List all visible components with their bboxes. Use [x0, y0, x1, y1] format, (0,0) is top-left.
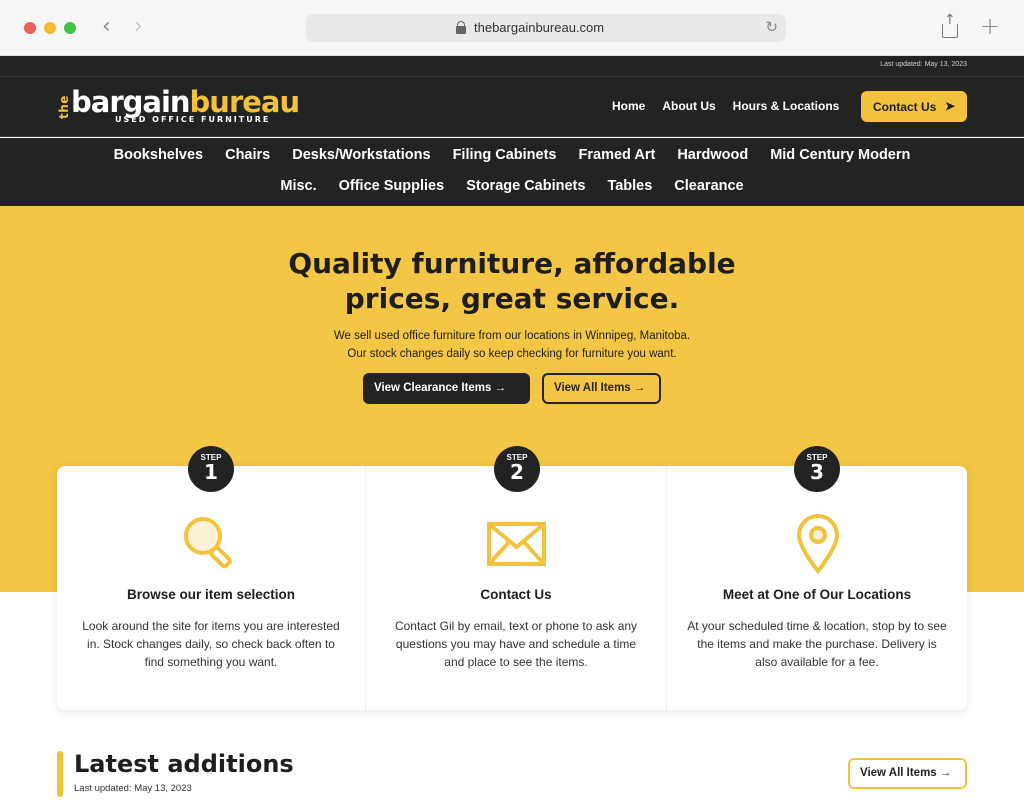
- back-arrow-icon[interactable]: ‹: [102, 14, 111, 39]
- nav-hours-locations[interactable]: Hours & Locations: [733, 99, 840, 113]
- minimize-window-button[interactable]: [44, 22, 56, 34]
- category-misc[interactable]: Misc.: [280, 178, 316, 194]
- category-mid-century-modern[interactable]: Mid Century Modern: [770, 147, 910, 163]
- view-clearance-button[interactable]: View Clearance Items →: [363, 373, 530, 404]
- category-storage-cabinets[interactable]: Storage Cabinets: [466, 178, 585, 194]
- hero-title: Quality furniture, affordable prices, gr…: [0, 246, 1024, 316]
- arrow-right-icon: →: [633, 382, 646, 394]
- step-badge: STEP 1: [188, 446, 234, 492]
- new-tab-icon[interactable]: +: [980, 12, 1000, 40]
- category-clearance[interactable]: Clearance: [674, 178, 743, 194]
- step-meet: STEP 3 Meet at One of Our Locations At y…: [667, 446, 967, 710]
- latest-view-all-label: View All Items: [860, 767, 937, 779]
- paper-plane-icon: ➤: [944, 99, 955, 113]
- forward-arrow-icon[interactable]: ›: [134, 14, 143, 39]
- hero-title-line2: prices, great service.: [344, 282, 680, 315]
- logo-the: the: [57, 95, 71, 119]
- logo-bargain: bargain: [71, 85, 191, 119]
- zoom-window-button[interactable]: [64, 22, 76, 34]
- category-framed-art[interactable]: Framed Art: [579, 147, 656, 163]
- category-tables[interactable]: Tables: [607, 178, 652, 194]
- steps-card: STEP 1 Browse our item selection Look ar…: [57, 446, 967, 710]
- browser-chrome: ‹ › thebargainbureau.com ↻ ↑ +: [0, 0, 1024, 56]
- lock-icon: [456, 21, 466, 34]
- category-nav: Bookshelves Chairs Desks/Workstations Fi…: [0, 138, 1024, 206]
- step-badge-number: 1: [204, 460, 218, 484]
- envelope-icon: [487, 522, 546, 566]
- category-desks-workstations[interactable]: Desks/Workstations: [292, 147, 430, 163]
- latest-accent-bar: [57, 751, 63, 797]
- hero-title-line1: Quality furniture, affordable: [288, 247, 736, 280]
- step-contact: STEP 2 Contact Us Contact Gil by email, …: [365, 446, 667, 710]
- contact-us-button[interactable]: Contact Us ➤: [861, 91, 967, 122]
- contact-us-label: Contact Us: [873, 100, 937, 114]
- category-bookshelves[interactable]: Bookshelves: [114, 147, 203, 163]
- step-badge: STEP 3: [794, 446, 840, 492]
- category-chairs[interactable]: Chairs: [225, 147, 270, 163]
- last-updated-text: Last updated: May 13, 2023: [880, 61, 967, 68]
- step-badge-number: 2: [510, 460, 524, 484]
- latest-view-all-button[interactable]: View All Items →: [848, 758, 967, 789]
- latest-additions-title: Latest additions: [74, 750, 294, 778]
- view-all-items-label: View All Items: [554, 382, 631, 394]
- category-office-supplies[interactable]: Office Supplies: [339, 178, 445, 194]
- map-pin-icon: [796, 514, 840, 574]
- step-badge-number: 3: [810, 460, 824, 484]
- category-filing-cabinets[interactable]: Filing Cabinets: [453, 147, 557, 163]
- logo-bureau: bureau: [189, 85, 301, 119]
- step-title: Meet at One of Our Locations: [722, 587, 912, 602]
- step-title: Contact Us: [480, 587, 552, 602]
- step-badge: STEP 2: [494, 446, 540, 492]
- arrow-right-icon: →: [939, 767, 952, 779]
- step-text: At your scheduled time & location, stop …: [687, 619, 947, 669]
- main-nav: Home About Us Hours & Locations: [612, 99, 856, 113]
- view-clearance-label: View Clearance Items: [374, 382, 492, 394]
- arrow-right-icon: →: [494, 382, 507, 394]
- logo-wordmark: bargainbureau: [71, 85, 301, 119]
- hero-sub-line1: We sell used office furniture from our l…: [333, 330, 691, 342]
- close-window-button[interactable]: [24, 22, 36, 34]
- site-header: the bargainbureau USED OFFICE FURNITURE …: [0, 77, 1024, 137]
- top-strip: Last updated: May 13, 2023: [0, 56, 1024, 77]
- hero-sub-line2: Our stock changes daily so keep checking…: [347, 348, 677, 360]
- logo-tagline: USED OFFICE FURNITURE: [115, 115, 271, 124]
- view-all-items-button[interactable]: View All Items →: [542, 373, 661, 404]
- step-browse: STEP 1 Browse our item selection Look ar…: [57, 446, 365, 710]
- category-hardwood[interactable]: Hardwood: [677, 147, 748, 163]
- latest-updated-text: Last updated: May 13, 2023: [74, 783, 192, 794]
- step-text: Contact Gil by email, text or phone to a…: [394, 619, 638, 669]
- nav-about-us[interactable]: About Us: [662, 99, 715, 113]
- share-icon[interactable]: ↑: [941, 12, 959, 38]
- site-logo[interactable]: the bargainbureau USED OFFICE FURNITURE: [57, 85, 301, 127]
- hero-subtitle: We sell used office furniture from our l…: [0, 327, 1024, 363]
- nav-home[interactable]: Home: [612, 99, 645, 113]
- reload-icon[interactable]: ↻: [765, 18, 778, 36]
- magnifier-icon: [184, 517, 232, 569]
- url-text: thebargainbureau.com: [474, 20, 605, 35]
- step-text: Look around the site for items you are i…: [82, 619, 340, 669]
- step-title: Browse our item selection: [126, 587, 296, 602]
- address-bar[interactable]: thebargainbureau.com ↻: [306, 14, 786, 42]
